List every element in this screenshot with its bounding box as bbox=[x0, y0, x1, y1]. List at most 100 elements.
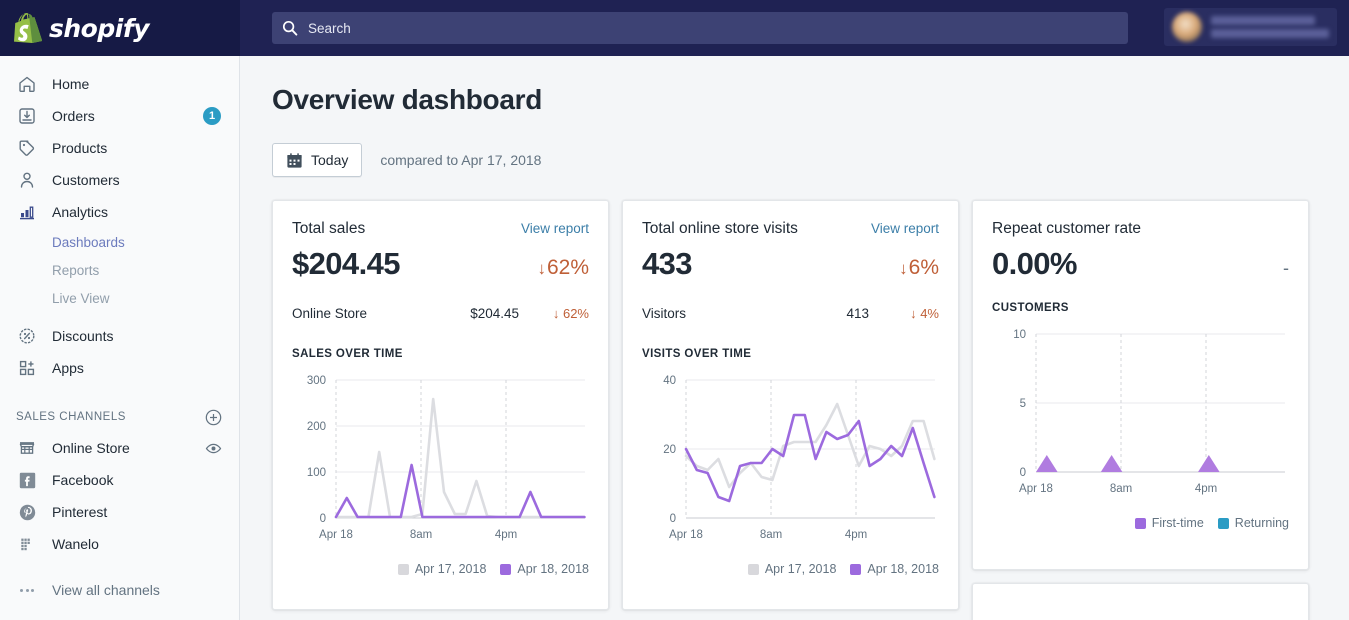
card-metric-delta: - bbox=[1283, 258, 1289, 279]
sidebar-item-label: Customers bbox=[52, 172, 120, 188]
legend-label: Apr 18, 2018 bbox=[517, 562, 589, 576]
orders-count-badge: 1 bbox=[203, 107, 221, 125]
eye-icon[interactable] bbox=[205, 440, 222, 457]
legend-swatch-purple bbox=[500, 564, 511, 575]
date-filter-row: Today compared to Apr 17, 2018 bbox=[272, 143, 1317, 177]
legend-item: First-time bbox=[1135, 516, 1204, 530]
card-metric-value: 433 bbox=[642, 246, 692, 282]
date-range-button[interactable]: Today bbox=[272, 143, 362, 177]
legend-label: Apr 18, 2018 bbox=[867, 562, 939, 576]
sidebar-item-home[interactable]: Home bbox=[0, 68, 239, 100]
section-title: SALES CHANNELS bbox=[16, 411, 126, 423]
sidebar-item-label: Pinterest bbox=[52, 504, 107, 520]
svg-text:0: 0 bbox=[1020, 467, 1026, 479]
svg-text:100: 100 bbox=[307, 467, 326, 479]
sidebar-item-label: Home bbox=[52, 76, 89, 92]
breakdown-value: $204.45 bbox=[427, 306, 519, 321]
third-column: Repeat customer rate 0.00% - CUSTOMERS 1… bbox=[972, 200, 1309, 620]
svg-text:40: 40 bbox=[663, 375, 676, 387]
avatar bbox=[1172, 12, 1202, 42]
card-metric-delta: ↓ 62% bbox=[537, 256, 589, 280]
sidebar-item-view-all-channels[interactable]: View all channels bbox=[0, 574, 239, 606]
sidebar-item-products[interactable]: Products bbox=[0, 132, 239, 164]
user-account-menu[interactable] bbox=[1164, 8, 1337, 46]
svg-text:10: 10 bbox=[1013, 329, 1026, 341]
legend-item: Returning bbox=[1218, 516, 1289, 530]
bar-chart-icon bbox=[16, 201, 38, 223]
view-report-link[interactable]: View report bbox=[871, 221, 939, 236]
card-title: Total online store visits bbox=[642, 220, 798, 238]
breakdown-row: Visitors 413 ↓ 4% bbox=[642, 306, 939, 321]
sidebar-item-analytics[interactable]: Analytics bbox=[0, 196, 239, 228]
legend-label: Apr 17, 2018 bbox=[765, 562, 837, 576]
sidebar-item-customers[interactable]: Customers bbox=[0, 164, 239, 196]
arrow-down-icon: ↓ bbox=[537, 259, 546, 279]
legend-label: Returning bbox=[1235, 516, 1289, 530]
search-input[interactable]: Search bbox=[272, 12, 1128, 44]
sidebar-item-label: Analytics bbox=[52, 204, 108, 220]
legend-label: First-time bbox=[1152, 516, 1204, 530]
person-icon bbox=[16, 169, 38, 191]
shopify-logo[interactable]: shopify bbox=[0, 0, 240, 56]
legend-swatch-teal bbox=[1218, 518, 1229, 529]
svg-text:8am: 8am bbox=[410, 529, 432, 541]
legend-item: Apr 17, 2018 bbox=[748, 562, 837, 576]
sidebar-item-orders[interactable]: Orders 1 bbox=[0, 100, 239, 132]
top-navigation-bar: shopify Search bbox=[0, 0, 1349, 56]
svg-text:0: 0 bbox=[670, 513, 676, 525]
sidebar-item-wanelo[interactable]: Wanelo bbox=[0, 528, 239, 560]
svg-text:Apr 18: Apr 18 bbox=[1019, 483, 1053, 495]
sidebar-subitem-dashboards[interactable]: Dashboards bbox=[0, 228, 239, 256]
date-range-label: Today bbox=[311, 152, 348, 168]
svg-text:Apr 18: Apr 18 bbox=[669, 529, 703, 541]
legend-swatch-purple bbox=[1135, 518, 1146, 529]
tag-icon bbox=[16, 137, 38, 159]
card-next-partial bbox=[972, 583, 1309, 620]
view-report-link[interactable]: View report bbox=[521, 221, 589, 236]
legend-label: Apr 17, 2018 bbox=[415, 562, 487, 576]
shopify-bag-icon bbox=[14, 13, 42, 43]
search-placeholder-text: Search bbox=[308, 21, 351, 36]
sidebar-item-pinterest[interactable]: Pinterest bbox=[0, 496, 239, 528]
card-metric-value: $204.45 bbox=[292, 246, 400, 282]
sidebar-item-label: View all channels bbox=[52, 582, 160, 598]
facebook-icon bbox=[16, 469, 38, 491]
compare-period-text: compared to Apr 17, 2018 bbox=[380, 152, 541, 168]
legend-item: Apr 17, 2018 bbox=[398, 562, 487, 576]
sidebar-subitem-label: Dashboards bbox=[52, 235, 125, 250]
card-metric-row: 433 ↓ 6% bbox=[642, 246, 939, 282]
svg-text:8am: 8am bbox=[760, 529, 782, 541]
svg-text:4pm: 4pm bbox=[1195, 483, 1217, 495]
home-icon bbox=[16, 73, 38, 95]
chart-caption: CUSTOMERS bbox=[992, 302, 1289, 314]
delta-value: 62% bbox=[547, 256, 589, 280]
card-header: Total online store visits View report bbox=[642, 220, 939, 238]
card-repeat-customer-rate: Repeat customer rate 0.00% - CUSTOMERS 1… bbox=[972, 200, 1309, 570]
svg-text:8am: 8am bbox=[1110, 483, 1132, 495]
sidebar-item-label: Online Store bbox=[52, 440, 130, 456]
breakdown-delta: ↓ 62% bbox=[519, 306, 589, 321]
visits-over-time-chart: 40 20 0 Apr 18 8am bbox=[642, 370, 939, 555]
arrow-down-icon: ↓ bbox=[553, 306, 560, 321]
plus-circle-icon[interactable] bbox=[205, 409, 222, 426]
sidebar-item-discounts[interactable]: Discounts bbox=[0, 320, 239, 352]
sidebar-subitem-live-view[interactable]: Live View bbox=[0, 284, 239, 312]
orders-inbox-icon bbox=[16, 105, 38, 127]
sidebar-item-facebook[interactable]: Facebook bbox=[0, 464, 239, 496]
shopify-admin-app: shopify Search Home bbox=[0, 0, 1349, 620]
sidebar-item-online-store[interactable]: Online Store bbox=[0, 432, 239, 464]
svg-text:4pm: 4pm bbox=[495, 529, 517, 541]
search-icon bbox=[282, 20, 298, 36]
breakdown-delta: ↓ 4% bbox=[869, 306, 939, 321]
ellipsis-icon bbox=[16, 579, 38, 601]
calendar-icon bbox=[286, 152, 303, 169]
sidebar-subitem-reports[interactable]: Reports bbox=[0, 256, 239, 284]
sidebar-item-label: Apps bbox=[52, 360, 84, 376]
user-name-block bbox=[1211, 16, 1329, 38]
svg-text:300: 300 bbox=[307, 375, 326, 387]
breakdown-label: Visitors bbox=[642, 306, 777, 321]
svg-text:20: 20 bbox=[663, 444, 676, 456]
sidebar-item-apps[interactable]: Apps bbox=[0, 352, 239, 384]
discount-percent-icon bbox=[16, 325, 38, 347]
chart-legend: Apr 17, 2018 Apr 18, 2018 bbox=[642, 562, 939, 576]
